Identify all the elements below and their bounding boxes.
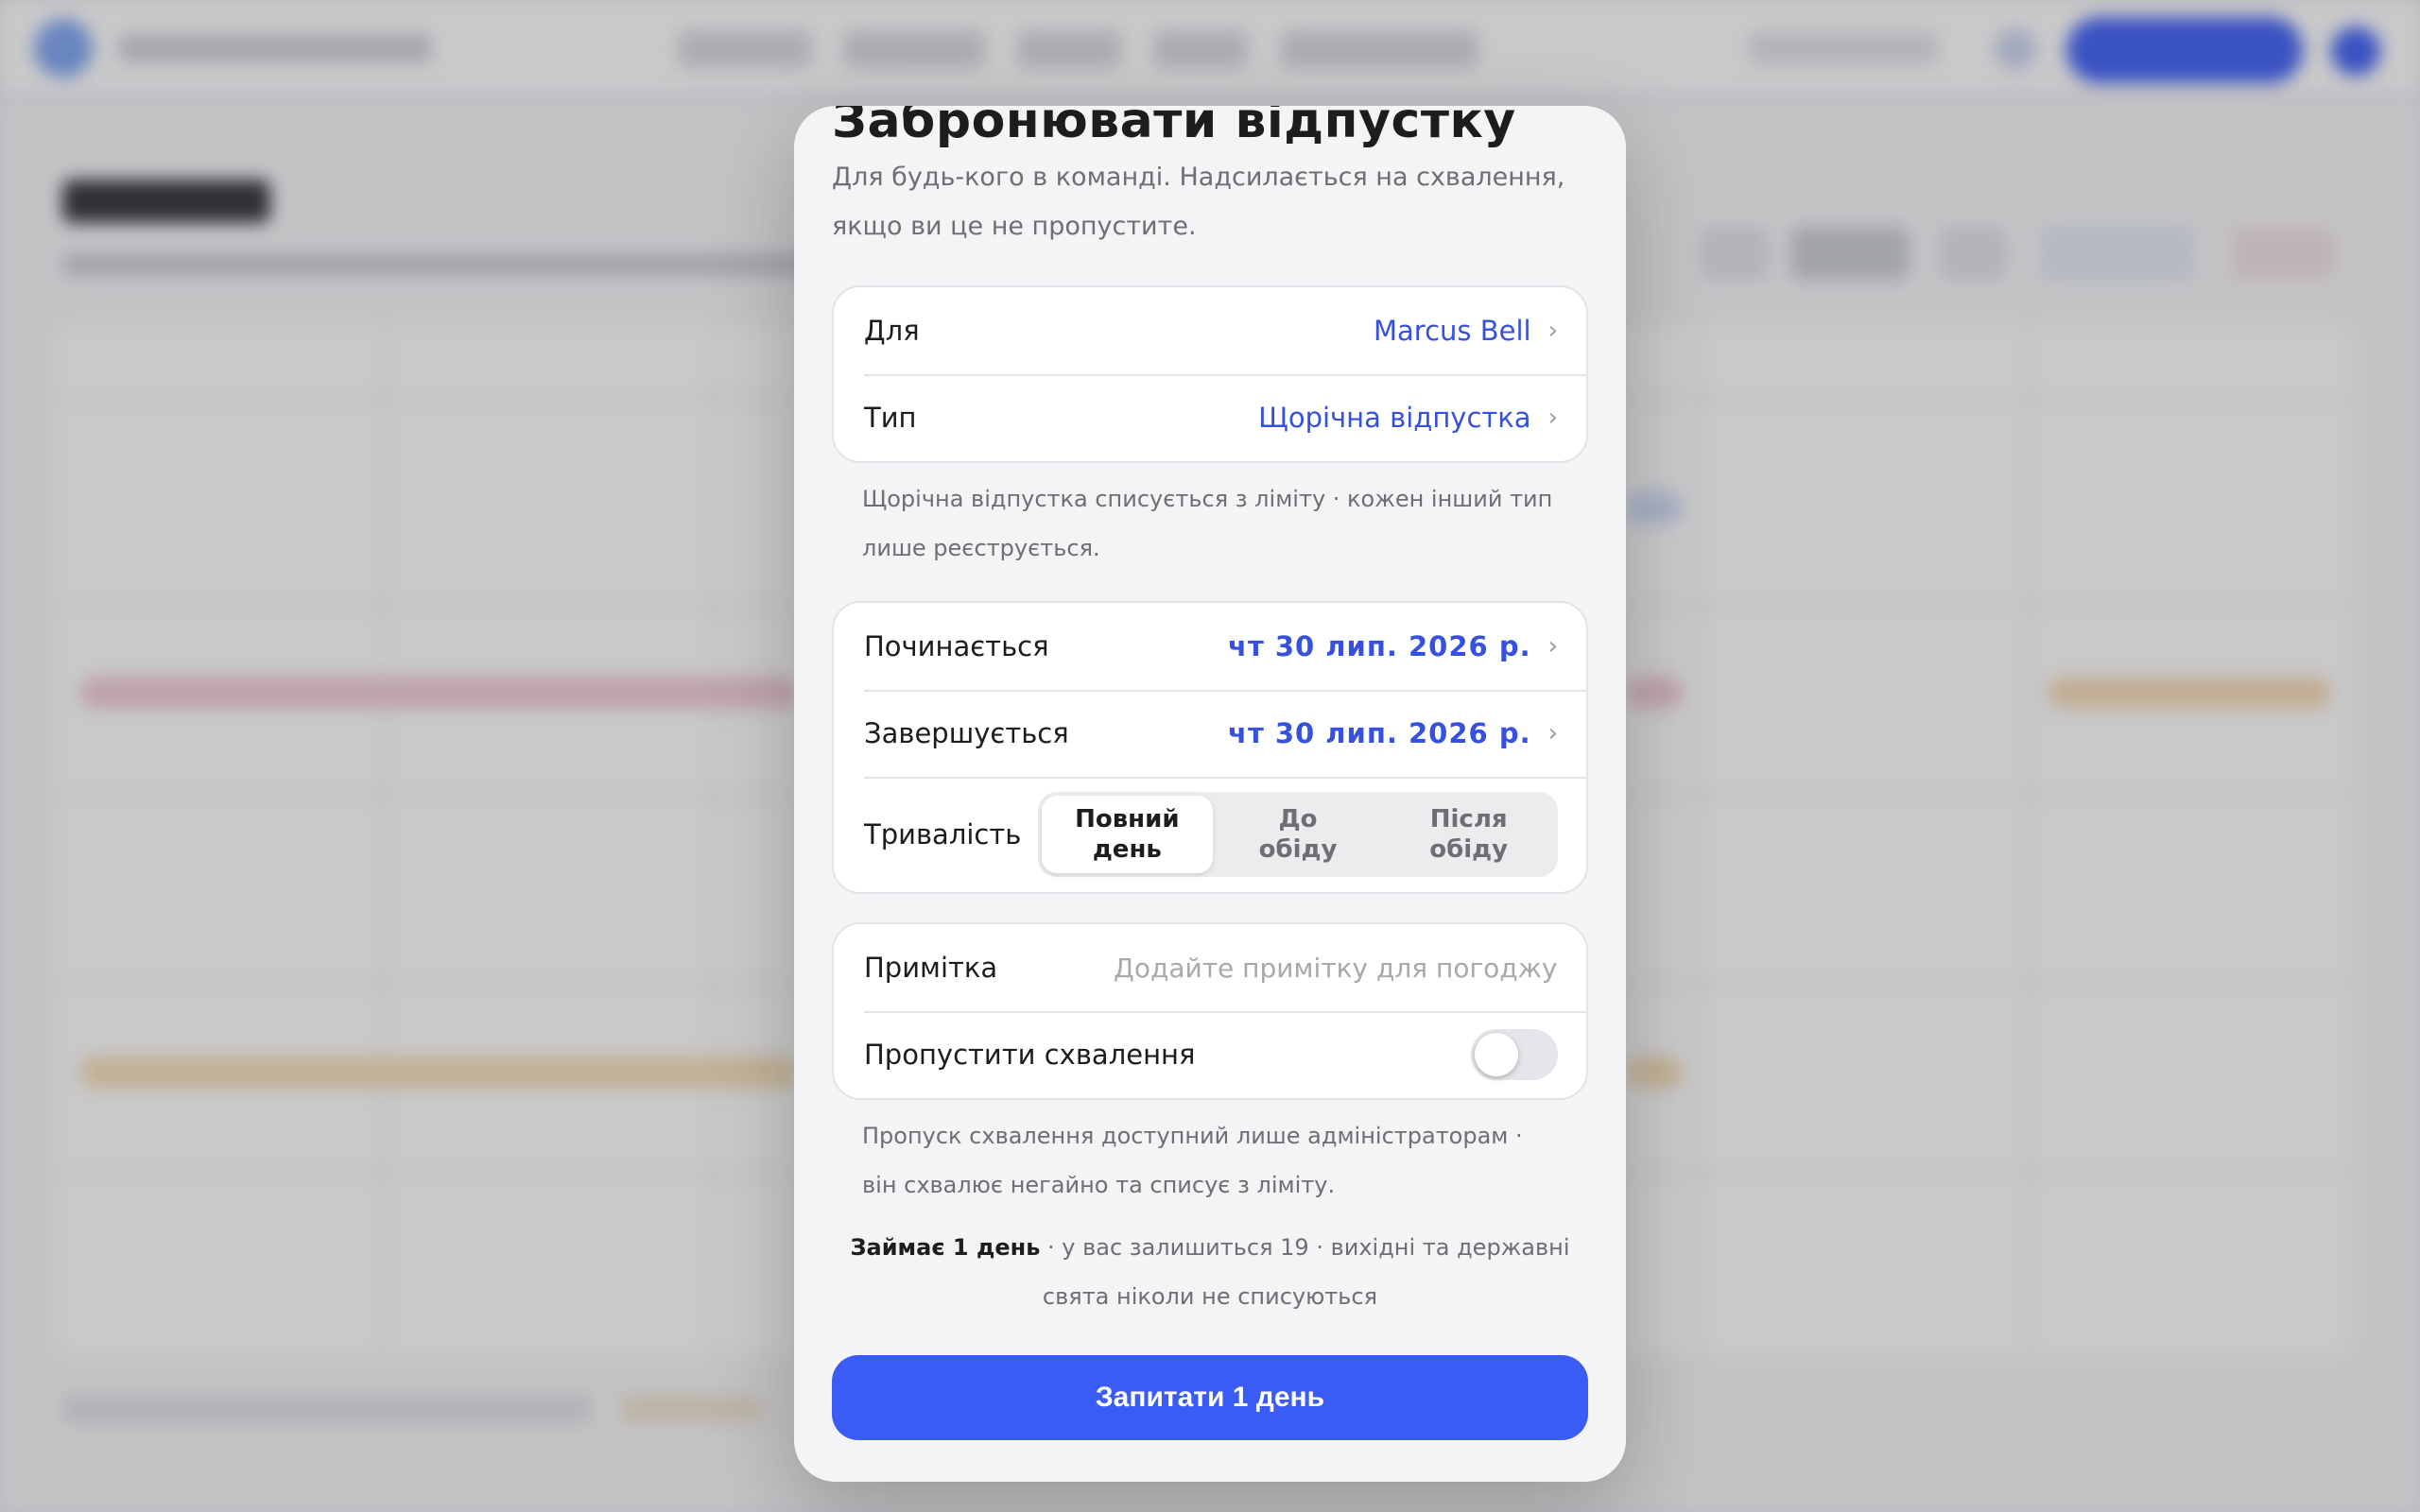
duration-label: Тривалість (864, 818, 1022, 850)
duration-segmented-control: Повний день До обіду Після обіду (1038, 792, 1558, 877)
summary-details: · у вас залишиться 19 · вихідні та держа… (1040, 1234, 1570, 1310)
note-approval-group: Примітка Пропустити схвалення (832, 922, 1588, 1100)
duration-option-full-day[interactable]: Повний день (1042, 796, 1213, 873)
dialog-title: Забронювати відпустку (832, 106, 1516, 149)
chevron-right-icon: › (1547, 404, 1558, 432)
note-row: Примітка (834, 924, 1586, 1011)
starts-row[interactable]: Починається чт 30 лип. 2026 р. › (834, 603, 1586, 690)
duration-option-label: обіду (1258, 835, 1338, 864)
chevron-right-icon: › (1547, 719, 1558, 747)
note-input[interactable] (1114, 952, 1558, 984)
type-label: Тип (864, 402, 917, 434)
duration-option-afternoon[interactable]: Після обіду (1383, 796, 1554, 873)
duration-option-label: Після (1429, 805, 1508, 833)
ends-value: чт 30 лип. 2026 р. (1228, 717, 1531, 749)
book-leave-dialog: Забронювати відпустку Для будь-кого в ко… (794, 106, 1626, 1482)
duration-row: Тривалість Повний день До обіду Після обіду (834, 777, 1586, 892)
starts-label: Починається (864, 630, 1049, 662)
type-footnote: Щорічна відпустка списується з ліміту · … (862, 486, 1553, 561)
duration-option-label: Повний (1075, 805, 1180, 833)
duration-option-morning[interactable]: До обіду (1213, 796, 1384, 873)
chevron-right-icon: › (1547, 632, 1558, 661)
chevron-right-icon: › (1547, 317, 1558, 345)
summary-days: Займає 1 день (850, 1234, 1041, 1261)
duration-option-label: обіду (1429, 835, 1509, 864)
skip-approval-label: Пропустити схвалення (864, 1039, 1196, 1071)
type-value: Щорічна відпустка (1258, 402, 1531, 434)
skip-approval-toggle[interactable] (1471, 1029, 1558, 1080)
dialog-subtitle: Для будь-кого в команді. Надсилається на… (832, 163, 1565, 241)
duration-option-label: день (1092, 835, 1162, 864)
request-button[interactable]: Запитати 1 день (832, 1355, 1588, 1440)
for-row[interactable]: Для Marcus Bell › (834, 287, 1586, 374)
ends-label: Завершується (864, 717, 1069, 749)
skip-approval-footnote: Пропуск схвалення доступний лише адмініс… (862, 1123, 1523, 1198)
toggle-knob (1475, 1033, 1518, 1076)
note-label: Примітка (864, 952, 998, 984)
duration-option-label: До (1278, 805, 1318, 833)
for-label: Для (864, 315, 920, 347)
skip-approval-row: Пропустити схвалення (834, 1011, 1586, 1098)
for-value: Marcus Bell (1374, 315, 1531, 347)
who-type-group: Для Marcus Bell › Тип Щорічна відпустка … (832, 285, 1588, 463)
summary-text: Займає 1 день · у вас залишиться 19 · ви… (832, 1223, 1588, 1321)
type-row[interactable]: Тип Щорічна відпустка › (834, 374, 1586, 461)
dates-group: Починається чт 30 лип. 2026 р. › Завершу… (832, 601, 1588, 894)
starts-value: чт 30 лип. 2026 р. (1228, 630, 1531, 662)
ends-row[interactable]: Завершується чт 30 лип. 2026 р. › (834, 690, 1586, 777)
